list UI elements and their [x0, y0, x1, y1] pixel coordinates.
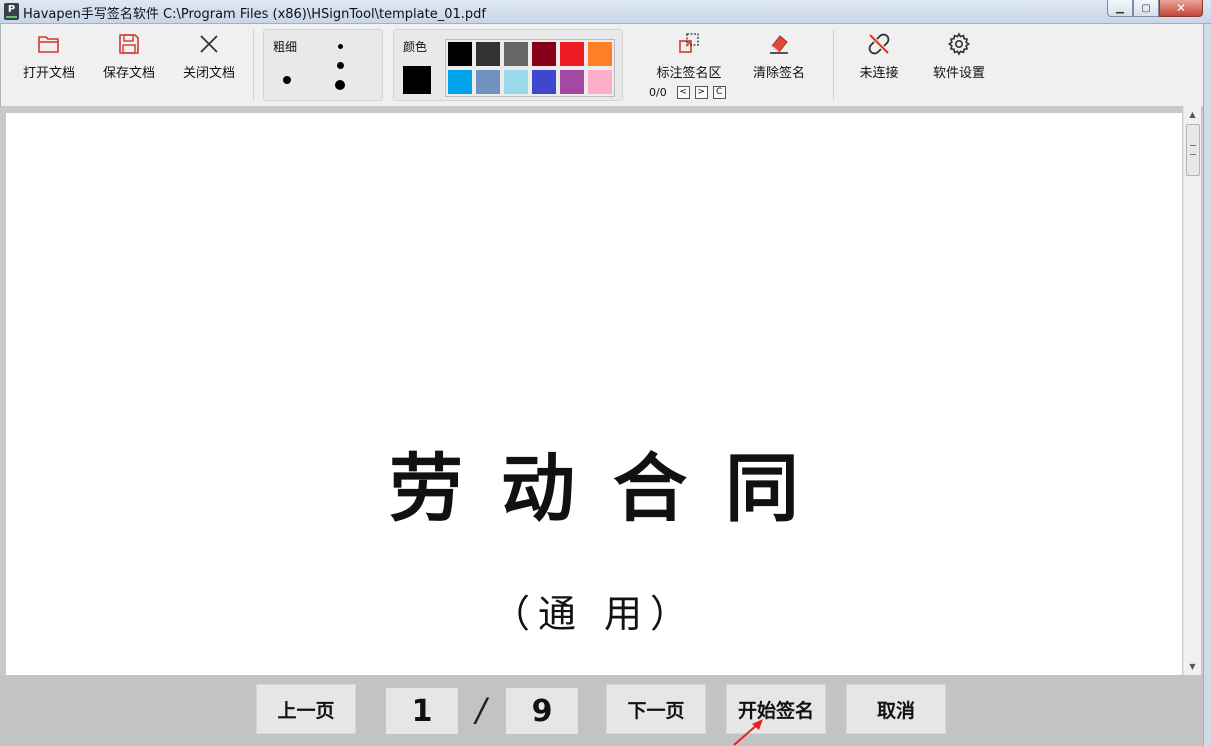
- close-document-button[interactable]: 关闭文档: [173, 30, 245, 90]
- total-pages: 9: [506, 688, 578, 734]
- thickness-label: 粗细: [273, 40, 298, 54]
- current-color-preview: [403, 66, 431, 94]
- close-window-button[interactable]: ✕: [1159, 0, 1203, 17]
- color-swatch-grid: [445, 39, 615, 97]
- bottom-bar: 上一页 1 / 9 下一页 开始签名 取消: [0, 675, 1203, 746]
- color-swatch-7[interactable]: [474, 68, 502, 96]
- open-document-label: 打开文档: [22, 66, 75, 81]
- color-swatch-4[interactable]: [558, 40, 586, 68]
- color-swatch-8[interactable]: [502, 68, 530, 96]
- mark-sign-area-label: 标注签名区: [656, 66, 722, 81]
- document-subtitle: （通 用）: [491, 592, 697, 636]
- color-swatch-2[interactable]: [502, 40, 530, 68]
- color-swatch-10[interactable]: [558, 68, 586, 96]
- color-swatch-9[interactable]: [530, 68, 558, 96]
- page-separator: /: [475, 691, 487, 729]
- scroll-up-button[interactable]: ▲: [1184, 106, 1201, 123]
- thickness-option-thick[interactable]: [335, 80, 345, 90]
- app-logo-icon: P: [4, 3, 19, 20]
- mark-area-icon: [651, 30, 727, 58]
- window-border: [1203, 24, 1211, 746]
- gear-icon: [923, 30, 995, 58]
- prev-mark-button[interactable]: <: [676, 86, 690, 99]
- software-settings-button[interactable]: 软件设置: [923, 30, 995, 90]
- thickness-option-thin[interactable]: [338, 44, 343, 49]
- cancel-button[interactable]: 取消: [846, 684, 946, 734]
- clear-signature-label: 清除签名: [752, 66, 805, 81]
- minimize-button[interactable]: ▁: [1107, 0, 1133, 17]
- connection-status-label: 未连接: [859, 66, 899, 81]
- color-swatch-3[interactable]: [530, 40, 558, 68]
- document-title: 劳动合同: [389, 446, 837, 532]
- window-title: Havapen手写签名软件 C:\Program Files (x86)\HSi…: [23, 7, 486, 22]
- toolbar: 打开文档 保存文档 关闭文档 粗细 颜色 标注签名区 0/0 < > C 清除签…: [0, 24, 1203, 106]
- thickness-option-selected[interactable]: [283, 76, 291, 84]
- color-swatch-1[interactable]: [474, 40, 502, 68]
- mark-counter: 0/0: [649, 86, 667, 99]
- toolbar-divider: [833, 30, 834, 100]
- color-panel: 颜色: [393, 29, 623, 101]
- color-swatch-0[interactable]: [446, 40, 474, 68]
- scroll-down-button[interactable]: ▼: [1184, 658, 1201, 675]
- color-swatch-5[interactable]: [586, 40, 614, 68]
- mark-sign-area-button[interactable]: 标注签名区: [651, 30, 727, 90]
- mark-navigator: 0/0 < > C: [649, 86, 726, 99]
- title-bar: P Havapen手写签名软件 C:\Program Files (x86)\H…: [0, 0, 1211, 24]
- toolbar-divider: [253, 30, 254, 100]
- current-page-input[interactable]: 1: [386, 688, 458, 734]
- next-page-button[interactable]: 下一页: [606, 684, 706, 734]
- save-document-button[interactable]: 保存文档: [93, 30, 165, 90]
- floppy-icon: [93, 30, 165, 58]
- close-document-label: 关闭文档: [182, 66, 235, 81]
- document-page[interactable]: 劳动合同 （通 用）: [6, 113, 1182, 675]
- broken-link-icon: [843, 30, 915, 58]
- window-controls: ▁ ▢ ✕: [1107, 0, 1203, 17]
- software-settings-label: 软件设置: [932, 66, 985, 81]
- thickness-option-medium[interactable]: [337, 62, 344, 69]
- next-mark-button[interactable]: >: [694, 86, 708, 99]
- scroll-thumb[interactable]: [1186, 124, 1200, 176]
- vertical-scrollbar[interactable]: ▲ ▼: [1183, 106, 1201, 675]
- document-viewer: 劳动合同 （通 用） ▲ ▼: [0, 106, 1203, 675]
- color-swatch-11[interactable]: [586, 68, 614, 96]
- save-document-label: 保存文档: [102, 66, 155, 81]
- connection-status-button[interactable]: 未连接: [843, 30, 915, 90]
- prev-page-button[interactable]: 上一页: [256, 684, 356, 734]
- maximize-button[interactable]: ▢: [1133, 0, 1159, 17]
- folder-icon: [13, 30, 85, 58]
- color-label: 颜色: [403, 40, 428, 54]
- close-icon: [173, 30, 245, 58]
- thickness-panel: 粗细: [263, 29, 383, 101]
- clear-signature-button[interactable]: 清除签名: [743, 30, 815, 90]
- clear-mark-button[interactable]: C: [712, 86, 726, 99]
- open-document-button[interactable]: 打开文档: [13, 30, 85, 90]
- color-swatch-6[interactable]: [446, 68, 474, 96]
- eraser-icon: [743, 30, 815, 58]
- pointer-arrow-icon: [733, 719, 763, 746]
